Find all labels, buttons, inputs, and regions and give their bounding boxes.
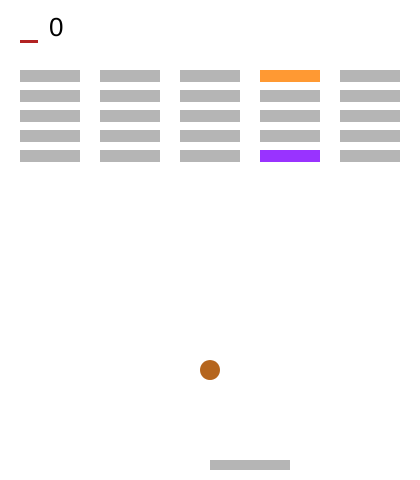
brick: [100, 110, 160, 122]
brick: [100, 90, 160, 102]
brick: [100, 150, 160, 162]
brick-grid: [20, 70, 400, 162]
ball: [200, 360, 220, 380]
brick: [180, 130, 240, 142]
brick: [260, 150, 320, 162]
brick: [180, 110, 240, 122]
brick: [20, 150, 80, 162]
brick: [20, 130, 80, 142]
brick: [260, 90, 320, 102]
brick: [260, 130, 320, 142]
paddle[interactable]: [210, 460, 290, 470]
lives-indicator: [20, 40, 38, 43]
game-area[interactable]: 0: [0, 0, 420, 480]
brick: [180, 150, 240, 162]
brick: [100, 130, 160, 142]
brick: [260, 110, 320, 122]
brick: [20, 110, 80, 122]
brick: [260, 70, 320, 82]
brick: [340, 70, 400, 82]
score-display: 0: [49, 12, 64, 42]
brick: [20, 70, 80, 82]
brick: [340, 150, 400, 162]
brick: [100, 70, 160, 82]
brick: [340, 110, 400, 122]
brick: [180, 90, 240, 102]
brick: [180, 70, 240, 82]
brick: [340, 90, 400, 102]
brick: [340, 130, 400, 142]
brick: [20, 90, 80, 102]
